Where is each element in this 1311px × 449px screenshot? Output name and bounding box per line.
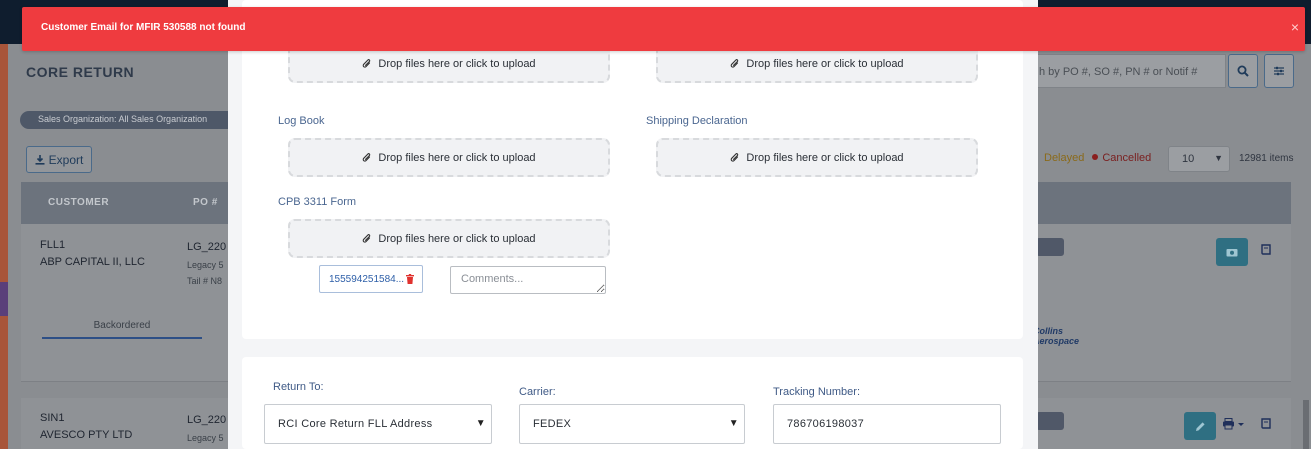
column-header-po[interactable]: PO # <box>193 197 218 208</box>
po-detail: Legacy 5 <box>187 433 224 443</box>
logo-line-2: Aerospace <box>1033 336 1080 346</box>
search-icon <box>1237 65 1249 77</box>
legend-cancelled: Cancelled <box>1102 152 1152 164</box>
customer-code: FLL1 <box>40 239 66 251</box>
export-label: Export <box>48 152 84 167</box>
status-badge <box>1036 412 1064 430</box>
chevron-down-icon: ▼ <box>728 418 739 429</box>
close-icon[interactable]: × <box>1291 20 1299 34</box>
return-to-value: RCI Core Return FLL Address <box>278 418 433 430</box>
chevron-down-icon: ▼ <box>475 418 486 429</box>
shipping-declaration-label: Shipping Declaration <box>646 115 748 127</box>
view-button[interactable] <box>1216 238 1248 266</box>
customer-code: SIN1 <box>40 412 65 424</box>
carrier-value: FEDEX <box>533 418 572 430</box>
cpb-form-dropzone[interactable]: Drop files here or click to upload <box>288 219 610 258</box>
book-icon <box>1261 244 1271 255</box>
core-return-modal: Drop files here or click to upload Drop … <box>228 0 1038 449</box>
paperclip-icon <box>363 233 371 243</box>
cpb-form-label: CPB 3311 Form <box>278 196 357 208</box>
customer-name: AVESCO PTY LTD <box>40 429 133 441</box>
collins-aerospace-logo: Collins Aerospace <box>1033 326 1079 346</box>
paperclip-icon <box>363 58 371 68</box>
chevron-down-icon: ▼ <box>1214 153 1223 163</box>
book-button[interactable] <box>1260 418 1272 430</box>
toast-message: Customer Email for MFIR 530588 not found <box>41 22 246 33</box>
status-badge <box>1036 238 1064 256</box>
shipping-card: Return To: Carrier: Tracking Number: RCI… <box>242 357 1023 449</box>
paperclip-icon <box>731 58 739 68</box>
return-to-label: Return To: <box>273 381 324 393</box>
column-header-customer[interactable]: CUSTOMER <box>48 197 109 208</box>
sliders-icon <box>1274 66 1284 76</box>
tab-backordered[interactable]: Backordered <box>42 312 202 339</box>
export-button[interactable]: Export <box>26 146 92 173</box>
log-book-label: Log Book <box>278 115 325 127</box>
print-button[interactable] <box>1222 418 1244 430</box>
left-accent-bar <box>0 44 8 449</box>
attachment-file-link[interactable]: 155594251584... <box>319 265 423 293</box>
filter-settings-button[interactable] <box>1264 54 1294 88</box>
download-icon <box>35 154 45 165</box>
paperclip-icon <box>363 152 371 162</box>
status-legend: Delayed Cancelled <box>1044 152 1151 164</box>
dropzone-text: Drop files here or click to upload <box>378 57 536 70</box>
page-size-select[interactable]: 10 ▼ <box>1168 146 1230 172</box>
edit-button[interactable] <box>1184 412 1216 440</box>
printer-icon <box>1223 418 1244 430</box>
paperclip-icon <box>731 152 739 162</box>
pencil-icon <box>1195 421 1205 431</box>
book-icon <box>1261 418 1271 429</box>
po-detail: Legacy 5 <box>187 260 224 270</box>
legend-delayed: Delayed <box>1044 152 1085 164</box>
po-detail: Tail # N8 <box>187 276 223 286</box>
tracking-number-input[interactable] <box>773 404 1001 444</box>
left-accent-bar-secondary <box>0 282 8 316</box>
trash-icon[interactable] <box>406 274 415 284</box>
shipping-declaration-dropzone[interactable]: Drop files here or click to upload <box>656 138 978 177</box>
dropzone-text: Drop files here or click to upload <box>378 232 536 245</box>
search-input[interactable]: h by PO #, SO #, PN # or Notif # <box>1030 54 1226 88</box>
page-size-value: 10 <box>1182 153 1195 165</box>
tracking-number-label: Tracking Number: <box>773 386 861 398</box>
carrier-label: Carrier: <box>519 386 556 398</box>
dropzone-text: Drop files here or click to upload <box>746 151 904 164</box>
page-title: CORE RETURN <box>26 64 135 80</box>
po-number: LG_220 <box>187 414 227 426</box>
cancelled-dot-icon <box>1092 154 1099 160</box>
customer-name: ABP CAPITAL II, LLC <box>40 256 145 268</box>
camera-icon <box>1226 249 1238 257</box>
po-number: LG_220 <box>187 241 227 253</box>
dropzone-text: Drop files here or click to upload <box>378 151 536 164</box>
carrier-select[interactable]: FEDEX ▼ <box>519 404 745 444</box>
log-book-dropzone[interactable]: Drop files here or click to upload <box>288 138 610 177</box>
logo-line-1: Collins <box>1033 326 1064 336</box>
attachment-file-name: 155594251584... <box>329 273 405 285</box>
scrollbar[interactable] <box>1303 400 1309 449</box>
comments-field[interactable] <box>450 266 606 294</box>
dropzone-text: Drop files here or click to upload <box>746 57 904 70</box>
return-to-select[interactable]: RCI Core Return FLL Address ▼ <box>264 404 492 444</box>
search-button[interactable] <box>1228 54 1258 88</box>
book-button[interactable] <box>1260 244 1272 256</box>
total-items-count: 12981 items <box>1239 153 1294 164</box>
error-toast: Customer Email for MFIR 530588 not found… <box>22 7 1305 51</box>
